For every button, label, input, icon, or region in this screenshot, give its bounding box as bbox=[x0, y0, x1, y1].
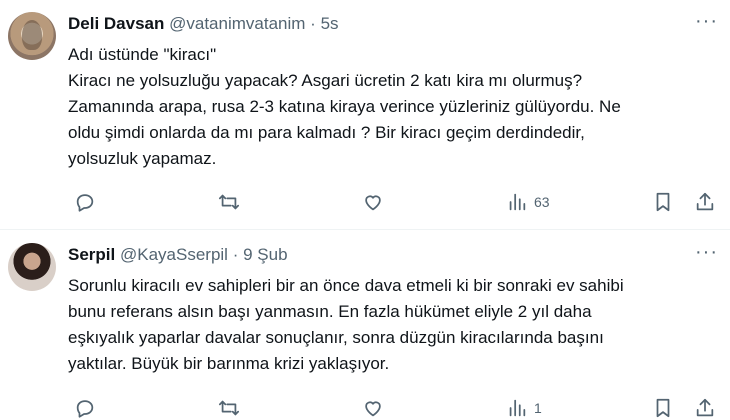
avatar[interactable] bbox=[8, 243, 56, 291]
views-icon bbox=[509, 193, 526, 211]
retweet-icon bbox=[218, 400, 240, 416]
bookmark-button[interactable] bbox=[652, 396, 674, 420]
author-handle[interactable]: @vatanimvatanim bbox=[169, 14, 305, 33]
separator-dot: · bbox=[310, 14, 316, 33]
reply-button[interactable] bbox=[74, 396, 96, 420]
reply-button[interactable] bbox=[74, 190, 96, 214]
tweet-text: Adı üstünde "kiracı" Kiracı ne yolsuzluğ… bbox=[68, 45, 621, 168]
share-button[interactable] bbox=[694, 396, 716, 420]
reply-icon bbox=[76, 194, 94, 212]
bookmark-icon bbox=[656, 192, 670, 212]
like-button[interactable] bbox=[362, 396, 384, 420]
bookmark-button[interactable] bbox=[652, 190, 674, 214]
retweet-button[interactable] bbox=[218, 190, 240, 214]
share-button[interactable] bbox=[694, 190, 716, 214]
separator-dot: · bbox=[232, 245, 239, 264]
retweet-icon bbox=[218, 194, 240, 210]
tweet-text: Sorunlu kiracılı ev sahipleri bir an önc… bbox=[68, 276, 624, 373]
share-icon bbox=[696, 398, 714, 417]
like-icon bbox=[365, 195, 381, 211]
author-name[interactable]: Deli Davsan bbox=[68, 14, 164, 33]
more-options-icon[interactable]: ··· bbox=[695, 241, 718, 264]
views-count: 63 bbox=[534, 194, 550, 210]
views-count: 1 bbox=[534, 400, 542, 416]
more-options-icon[interactable]: ··· bbox=[695, 10, 718, 33]
tweet-body: Sorunlu kiracılı ev sahipleri bir an önc… bbox=[68, 273, 718, 377]
tweet-actions: 63 bbox=[68, 190, 718, 214]
author-handle[interactable]: @KayaSserpil bbox=[120, 245, 228, 264]
tweet[interactable]: Deli Davsan @vatanimvatanim · 5s ··· Adı… bbox=[0, 0, 730, 230]
tweet-time[interactable]: 9 Şub bbox=[243, 245, 287, 264]
like-icon bbox=[365, 401, 381, 417]
reply-icon bbox=[76, 400, 94, 418]
views-button[interactable]: 1 bbox=[506, 396, 542, 420]
tweet-header: Deli Davsan @vatanimvatanim · 5s ··· bbox=[68, 10, 718, 36]
avatar-image bbox=[22, 20, 42, 50]
views-button[interactable]: 63 bbox=[506, 190, 550, 214]
like-button[interactable] bbox=[362, 190, 384, 214]
tweet-actions: 1 bbox=[68, 396, 718, 420]
avatar[interactable] bbox=[8, 12, 56, 60]
views-icon bbox=[509, 399, 526, 417]
tweet[interactable]: Serpil @KayaSserpil · 9 Şub ··· Sorunlu … bbox=[0, 231, 730, 420]
retweet-button[interactable] bbox=[218, 396, 240, 420]
share-icon bbox=[696, 192, 714, 211]
tweet-body: Adı üstünde "kiracı" Kiracı ne yolsuzluğ… bbox=[68, 42, 718, 172]
author-name[interactable]: Serpil bbox=[68, 245, 115, 264]
bookmark-icon bbox=[656, 398, 670, 418]
tweet-time[interactable]: 5s bbox=[321, 14, 339, 33]
tweet-header: Serpil @KayaSserpil · 9 Şub ··· bbox=[68, 241, 718, 267]
